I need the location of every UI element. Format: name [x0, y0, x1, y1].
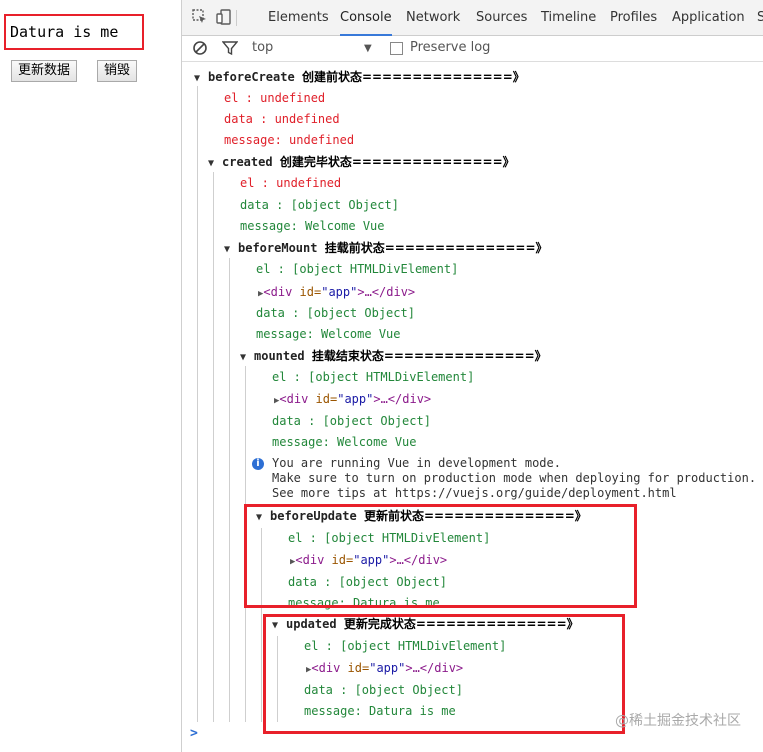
- group-guide: [229, 258, 230, 722]
- page-viewport: Datura is me 更新数据 销毁: [0, 0, 181, 752]
- expand-triangle-icon[interactable]: ▼: [240, 348, 254, 368]
- context-select[interactable]: top: [252, 40, 273, 55]
- devtools-tabbar: Elements Console Network Sources Timelin…: [182, 0, 763, 36]
- log-message: message: undefined: [224, 133, 355, 147]
- log-el: el : undefined: [224, 91, 326, 105]
- group-header-mounted[interactable]: ▼ mounted 挂载结束状态===============》: [240, 346, 547, 366]
- group-guide: [197, 86, 198, 722]
- device-mode-icon[interactable]: [216, 9, 232, 25]
- dom-node-app[interactable]: ▶<div id="app">…</div>: [258, 282, 415, 302]
- tab-elements[interactable]: Elements: [268, 0, 329, 35]
- expand-triangle-icon[interactable]: ▼: [208, 154, 222, 174]
- tab-network[interactable]: Network: [406, 0, 460, 35]
- group-header-beforecreate[interactable]: ▼ beforeCreate 创建前状态===============》: [194, 67, 525, 87]
- log-data: data : [object Object]: [256, 306, 415, 320]
- group-header-created[interactable]: ▼ created 创建完毕状态===============》: [208, 152, 515, 172]
- log-data: data : undefined: [224, 112, 340, 126]
- watermark: @稀土掘金技术社区: [615, 713, 741, 729]
- updated-highlight-box: [263, 614, 625, 734]
- log-data: data : [object Object]: [240, 198, 399, 212]
- preserve-log-label: Preserve log: [410, 40, 491, 55]
- beforeupdate-highlight-box: [244, 504, 637, 608]
- log-message: message: Welcome Vue: [240, 219, 385, 233]
- app-message-text: Datura is me: [4, 14, 144, 50]
- group-guide: [213, 172, 214, 722]
- vue-dev-mode-info: You are running Vue in development mode.…: [272, 456, 757, 500]
- info-icon: i: [252, 458, 264, 470]
- tab-timeline[interactable]: Timeline: [541, 0, 596, 35]
- expand-triangle-icon[interactable]: ▼: [194, 69, 208, 89]
- context-dropdown-arrow-icon[interactable]: ▼: [364, 43, 372, 54]
- console-prompt[interactable]: >: [190, 726, 198, 741]
- tab-application[interactable]: Application: [672, 0, 745, 35]
- preserve-log-checkbox[interactable]: [390, 42, 403, 55]
- console-filter-bar: top ▼ Preserve log: [182, 36, 763, 62]
- tab-sources[interactable]: Sources: [476, 0, 527, 35]
- devtools-panel: Elements Console Network Sources Timelin…: [182, 0, 763, 752]
- console-output: ▼ beforeCreate 创建前状态===============》 el :…: [182, 62, 763, 752]
- tab-console[interactable]: Console: [340, 0, 392, 36]
- clear-console-icon[interactable]: [192, 40, 208, 60]
- update-data-button[interactable]: 更新数据: [11, 60, 78, 82]
- log-message: message: Welcome Vue: [272, 435, 417, 449]
- log-el: el : [object HTMLDivElement]: [256, 262, 459, 276]
- tab-overflow[interactable]: S: [757, 0, 763, 35]
- dom-node-app[interactable]: ▶<div id="app">…</div>: [274, 389, 431, 409]
- group-header-beforemount[interactable]: ▼ beforeMount 挂载前状态===============》: [224, 238, 548, 258]
- log-el: el : undefined: [240, 176, 342, 190]
- toolbar-separator: [236, 10, 237, 26]
- inspect-element-icon[interactable]: [192, 9, 208, 25]
- expand-triangle-icon[interactable]: ▼: [224, 240, 238, 260]
- log-data: data : [object Object]: [272, 414, 431, 428]
- log-el: el : [object HTMLDivElement]: [272, 370, 475, 384]
- destroy-button[interactable]: 销毁: [97, 60, 138, 82]
- filter-icon[interactable]: [221, 40, 239, 60]
- tab-profiles[interactable]: Profiles: [610, 0, 657, 35]
- log-message: message: Welcome Vue: [256, 327, 401, 341]
